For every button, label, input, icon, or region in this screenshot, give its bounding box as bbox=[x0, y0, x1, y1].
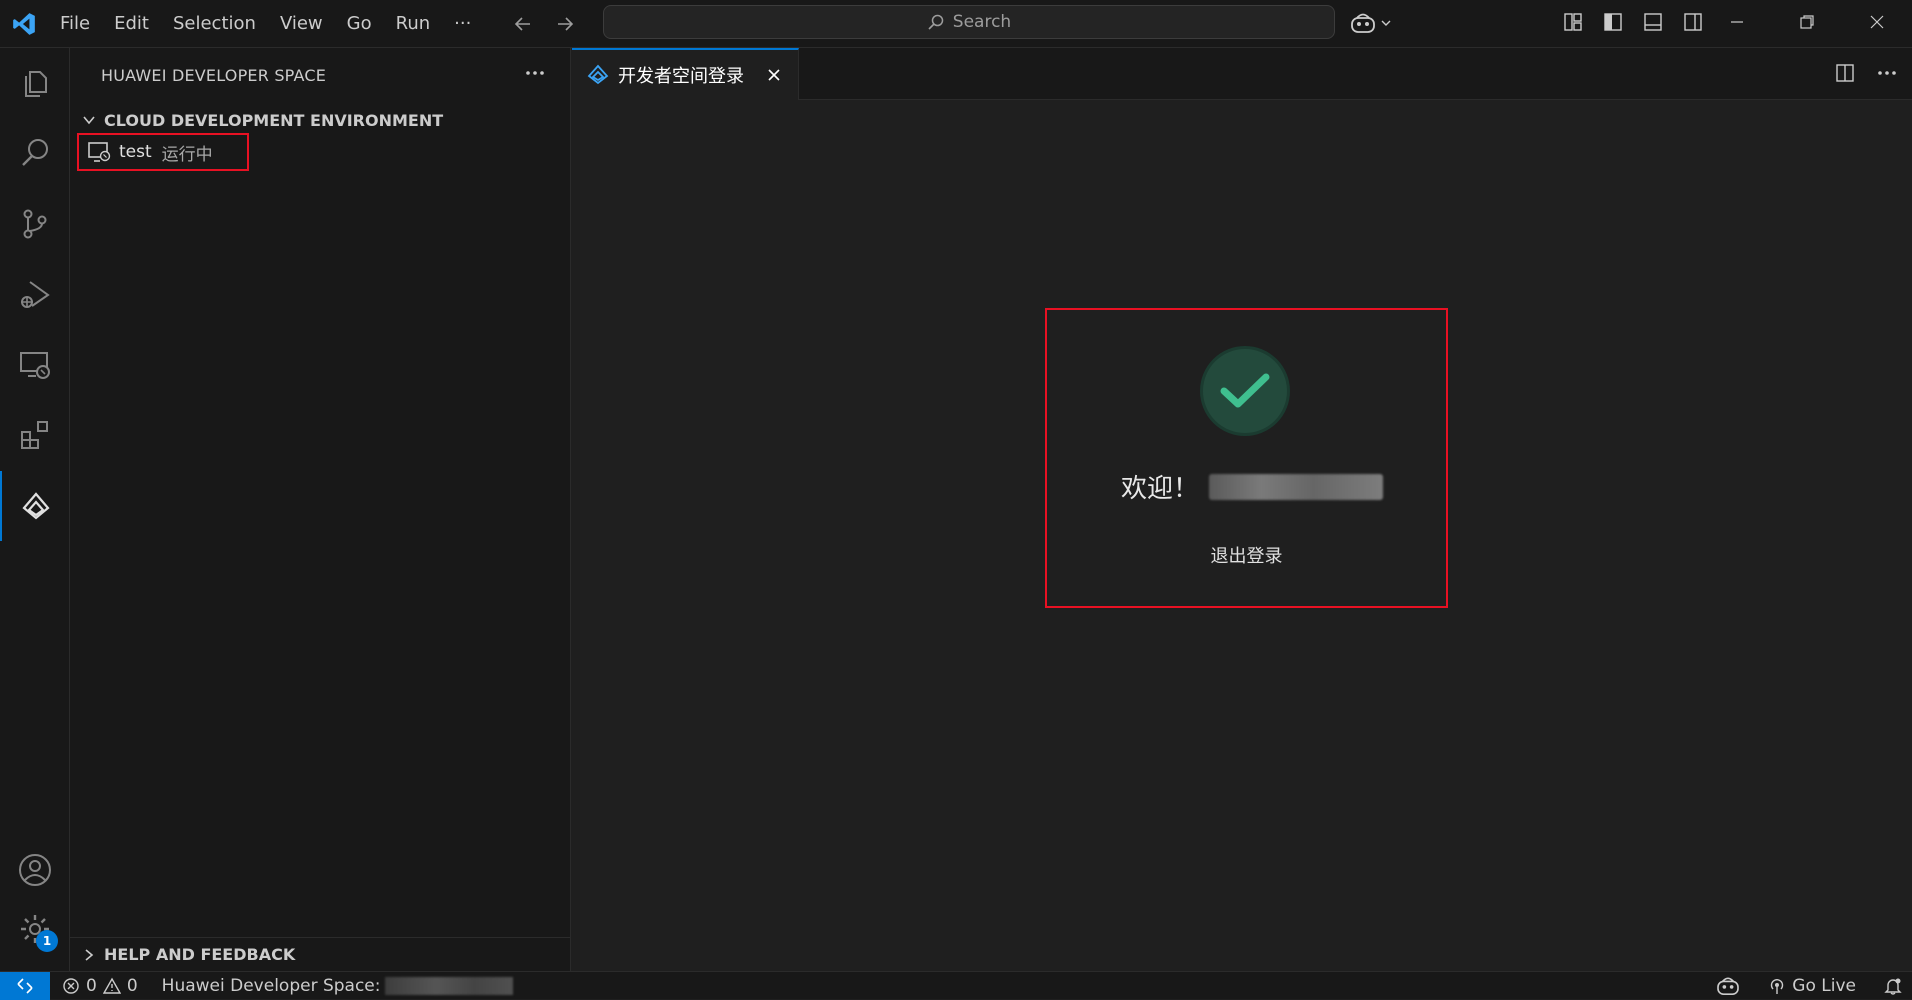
help-feedback-title: HELP AND FEEDBACK bbox=[104, 945, 296, 964]
chevron-down-icon bbox=[74, 113, 104, 127]
warning-icon bbox=[102, 977, 121, 994]
editor-area: 欢迎！ 退出登录 bbox=[572, 100, 1912, 971]
welcome-message: 欢迎！ bbox=[1121, 468, 1384, 505]
remote-indicator-icon[interactable] bbox=[0, 971, 50, 1000]
menu-bar: File Edit Selection View Go Run ··· bbox=[48, 0, 483, 48]
menu-selection[interactable]: Selection bbox=[161, 8, 268, 40]
menu-view[interactable]: View bbox=[268, 8, 335, 40]
go-live-button[interactable]: Go Live bbox=[1768, 976, 1856, 996]
sidebar-title: HUAWEI DEVELOPER SPACE bbox=[101, 66, 327, 85]
close-tab-icon[interactable] bbox=[762, 63, 786, 87]
more-actions-icon[interactable] bbox=[520, 58, 550, 88]
redacted-account bbox=[384, 976, 513, 995]
toggle-primary-sidebar-icon[interactable] bbox=[1600, 8, 1626, 36]
forward-arrow-icon[interactable] bbox=[551, 10, 579, 38]
source-control-icon[interactable] bbox=[0, 189, 70, 259]
huawei-developer-space-tab-icon bbox=[587, 64, 609, 85]
environment-name: test bbox=[119, 142, 152, 162]
copilot-icon bbox=[1351, 13, 1375, 33]
welcome-text: 欢迎！ bbox=[1121, 474, 1200, 504]
vscode-logo-icon bbox=[0, 0, 48, 48]
tab-developer-space-login[interactable]: 开发者空间登录 bbox=[572, 48, 799, 100]
restore-icon[interactable] bbox=[1772, 0, 1842, 44]
environment-status: 运行中 bbox=[161, 144, 213, 165]
notifications-bell-icon[interactable] bbox=[1884, 977, 1902, 995]
menu-go[interactable]: Go bbox=[335, 8, 384, 40]
editor-tab-bar: 开发者空间登录 bbox=[572, 48, 1912, 100]
split-editor-icon[interactable] bbox=[1830, 58, 1860, 88]
chevron-down-icon bbox=[1381, 20, 1391, 26]
redacted-username bbox=[1209, 473, 1384, 500]
explorer-icon[interactable] bbox=[0, 48, 70, 118]
run-and-debug-icon[interactable] bbox=[0, 260, 70, 330]
remote-explorer-icon[interactable] bbox=[0, 330, 70, 400]
tab-title: 开发者空间登录 bbox=[618, 66, 744, 87]
section-title: CLOUD DEVELOPMENT ENVIRONMENT bbox=[104, 110, 444, 130]
sidebar: HUAWEI DEVELOPER SPACE CLOUD DEVELOPMENT… bbox=[70, 48, 571, 971]
activity-bar: 1 bbox=[0, 48, 70, 971]
command-center-search[interactable]: Search bbox=[603, 5, 1335, 39]
welcome-panel: 欢迎！ 退出登录 bbox=[1045, 308, 1448, 608]
problems-indicator[interactable]: 0 0 bbox=[62, 976, 138, 996]
manage-gear-icon[interactable]: 1 bbox=[0, 894, 70, 964]
copilot-status-icon[interactable] bbox=[1716, 976, 1740, 996]
logout-link[interactable]: 退出登录 bbox=[1047, 542, 1446, 568]
menu-edit[interactable]: Edit bbox=[102, 8, 161, 40]
menu-run[interactable]: Run bbox=[384, 8, 443, 40]
success-check-icon bbox=[1200, 346, 1290, 436]
customize-layout-icon[interactable] bbox=[1560, 8, 1586, 36]
developer-space-status[interactable]: Huawei Developer Space: bbox=[162, 976, 381, 996]
broadcast-icon bbox=[1771, 979, 1784, 994]
status-bar: 0 0 Huawei Developer Space: Go Live bbox=[0, 971, 1912, 1000]
back-arrow-icon[interactable] bbox=[509, 10, 537, 38]
warning-count: 0 bbox=[126, 975, 138, 996]
settings-badge: 1 bbox=[36, 930, 58, 952]
go-live-label: Go Live bbox=[1792, 976, 1856, 996]
editor-more-actions-icon[interactable] bbox=[1872, 58, 1902, 88]
cloud-dev-env-section-header[interactable]: CLOUD DEVELOPMENT ENVIRONMENT bbox=[70, 106, 570, 134]
minimize-icon[interactable] bbox=[1702, 0, 1772, 44]
title-bar: File Edit Selection View Go Run ··· Sear… bbox=[0, 0, 1912, 48]
extensions-icon[interactable] bbox=[0, 400, 70, 470]
toggle-panel-icon[interactable] bbox=[1640, 8, 1666, 36]
environment-item-test[interactable]: test 运行中 bbox=[77, 133, 249, 171]
close-window-icon[interactable] bbox=[1842, 0, 1912, 44]
chevron-right-icon bbox=[74, 948, 104, 962]
remote-desktop-icon bbox=[88, 142, 111, 162]
menu-more[interactable]: ··· bbox=[442, 8, 483, 40]
copilot-button[interactable] bbox=[1350, 8, 1392, 38]
error-count: 0 bbox=[86, 975, 97, 996]
help-feedback-section-header[interactable]: HELP AND FEEDBACK bbox=[70, 937, 570, 971]
search-label: Search bbox=[952, 12, 1012, 32]
huawei-developer-space-icon[interactable] bbox=[0, 471, 70, 541]
menu-file[interactable]: File bbox=[48, 8, 102, 40]
search-icon bbox=[928, 14, 944, 30]
search-view-icon[interactable] bbox=[0, 118, 70, 188]
error-icon bbox=[63, 977, 79, 994]
